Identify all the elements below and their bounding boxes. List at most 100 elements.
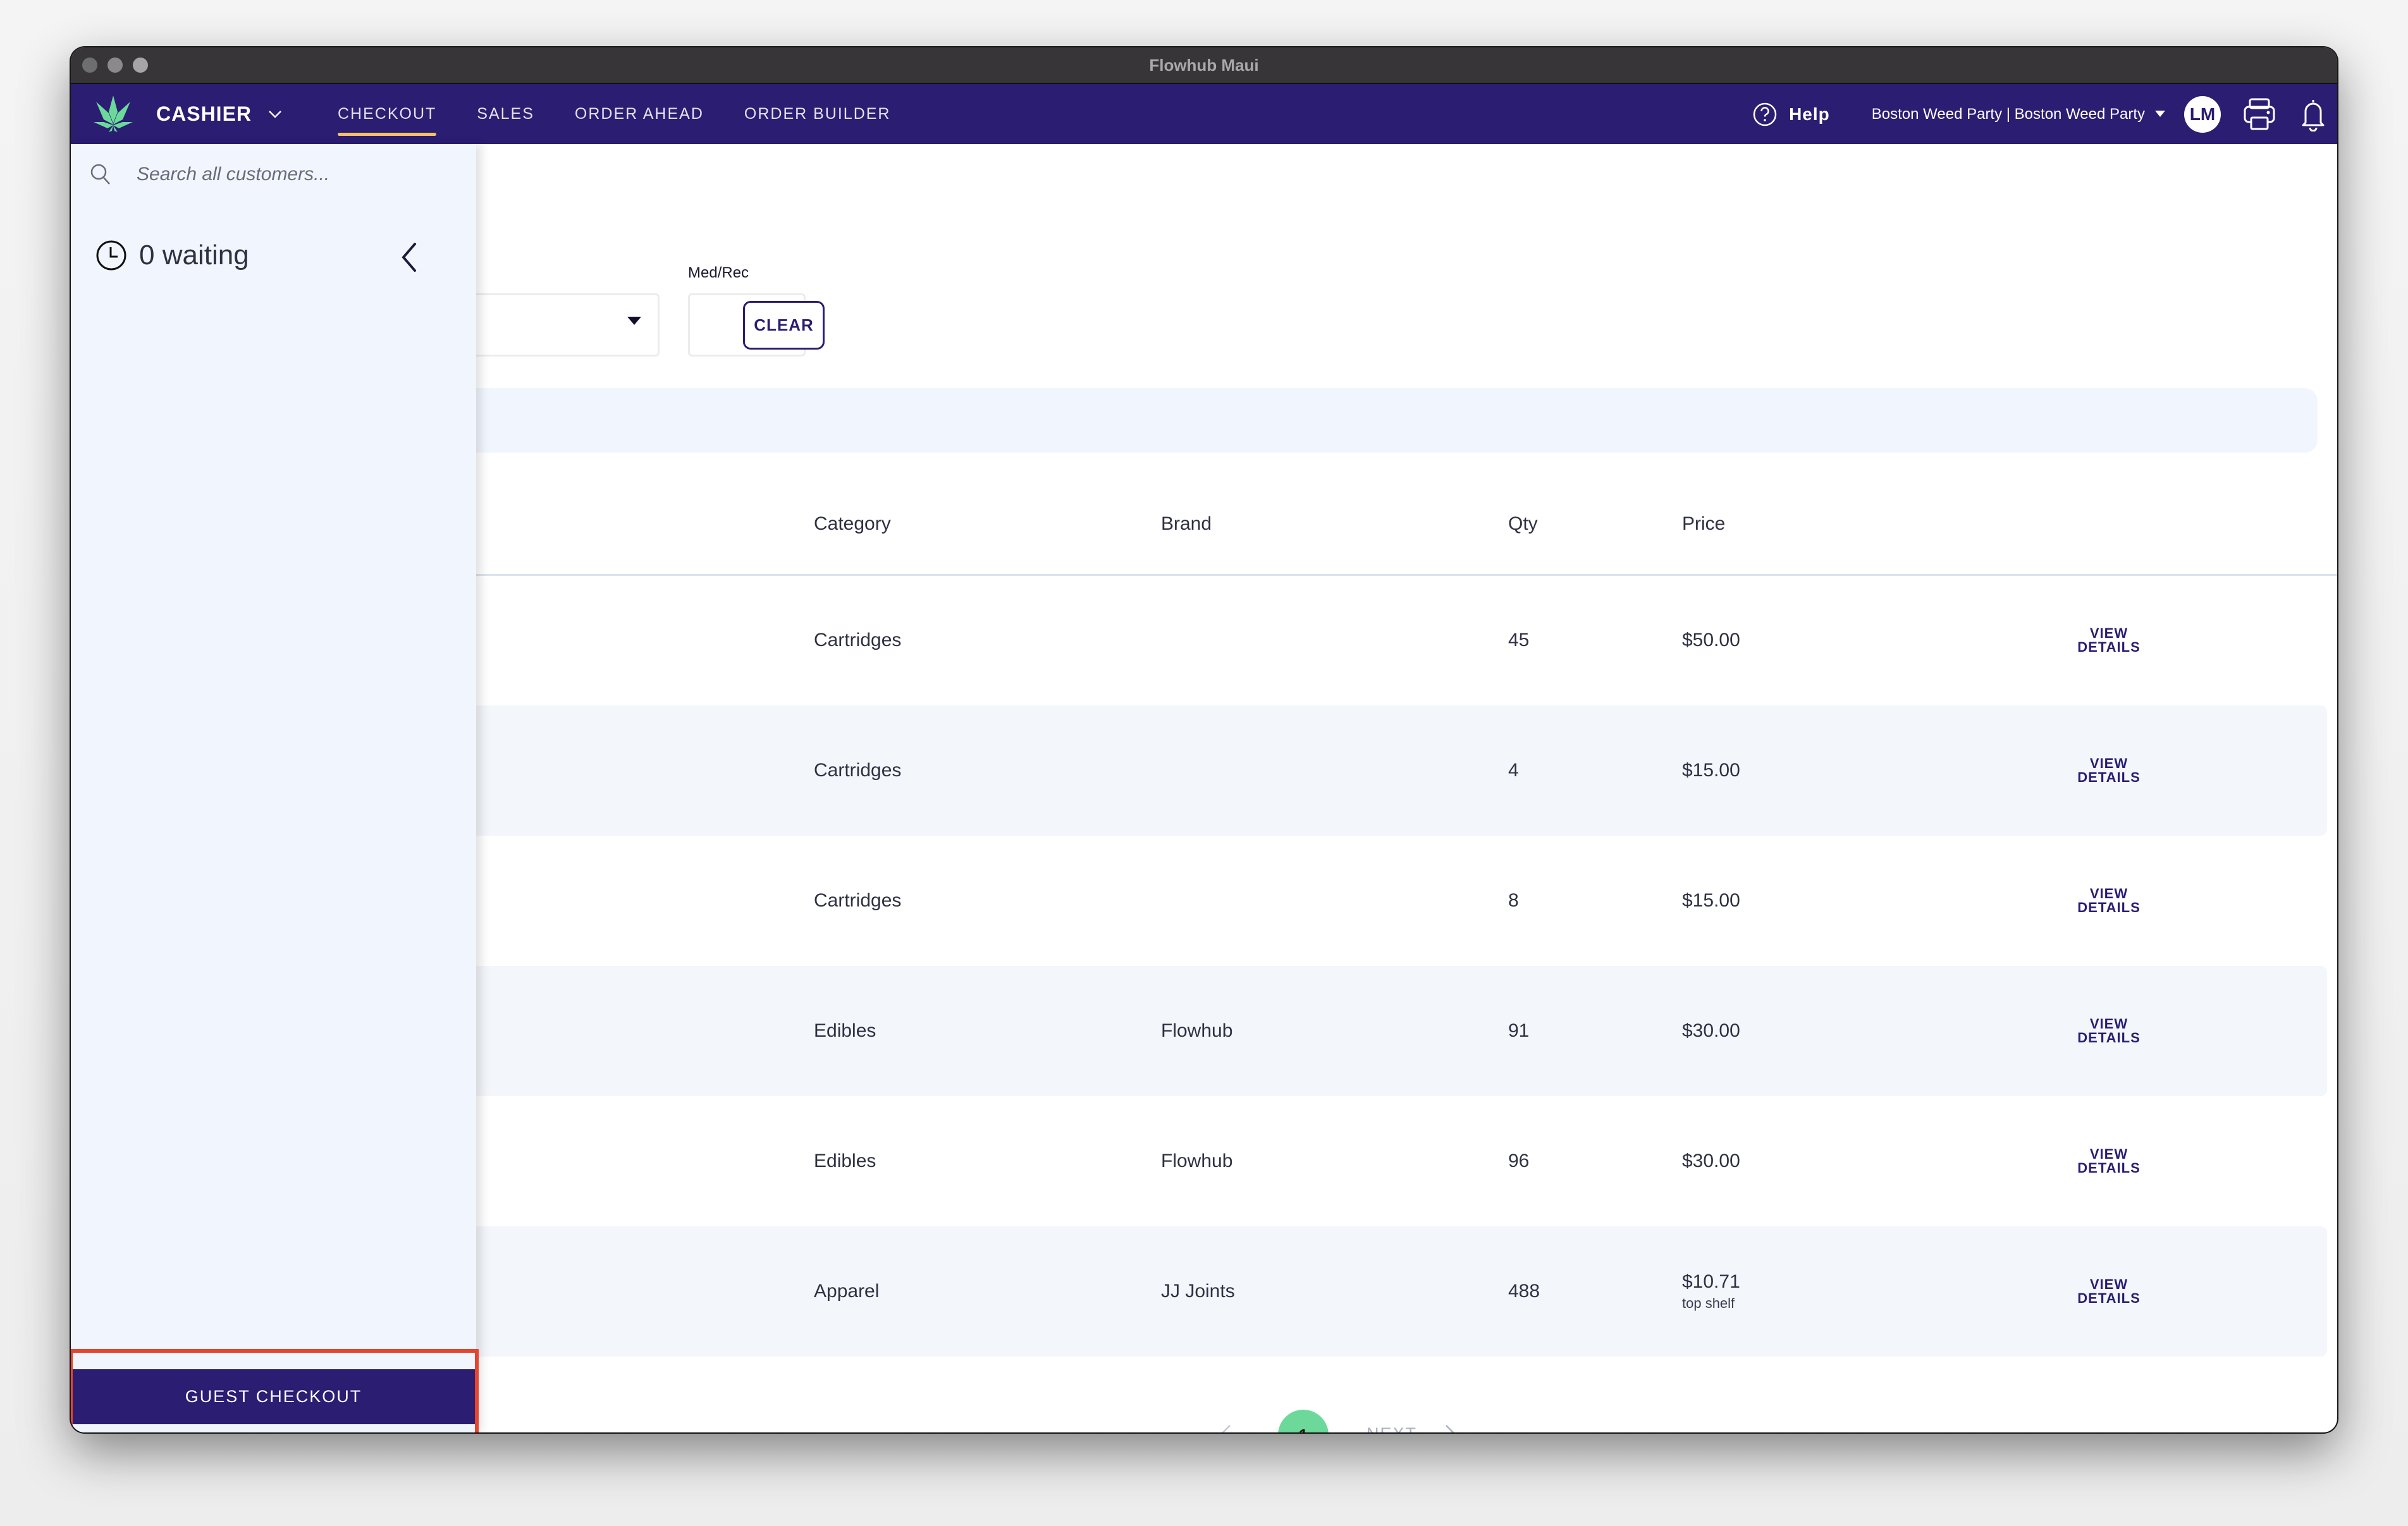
tab-order-ahead[interactable]: ORDER AHEAD [575, 105, 704, 123]
bell-icon [2302, 99, 2325, 131]
user-avatar[interactable]: LM [2184, 95, 2221, 133]
view-details-button[interactable]: VIEW DETAILS [2077, 887, 2140, 915]
tab-checkout[interactable]: CHECKOUT [338, 105, 437, 136]
arrow-right-icon [1446, 1425, 1454, 1432]
caret-down-icon [627, 317, 641, 325]
view-details-line2: DETAILS [2077, 900, 2141, 915]
clock-icon [96, 240, 126, 271]
cell-category: Cartridges [814, 890, 902, 911]
previous-page-button[interactable] [1220, 1424, 1245, 1432]
table-row: Edibles Flowhub 91 $30.00 VIEW DETAILS [476, 966, 2327, 1096]
view-details-button[interactable]: VIEW DETAILS [2077, 757, 2140, 784]
cell-qty: 8 [1508, 890, 1519, 911]
view-details-line2: DETAILS [2077, 1160, 2141, 1176]
search-icon [90, 164, 110, 185]
tab-order-builder[interactable]: ORDER BUILDER [744, 105, 891, 123]
window-title: Flowhub Maui [1149, 56, 1259, 75]
pagination: 1 NEXT [476, 1410, 2337, 1432]
help-label: Help [1789, 104, 1830, 124]
cell-qty: 91 [1508, 1020, 1530, 1041]
chevron-left-icon [402, 243, 416, 272]
column-header-price[interactable]: Price [1682, 513, 1725, 535]
guest-checkout-button[interactable]: GUEST CHECKOUT [71, 1369, 476, 1424]
cell-brand: Flowhub [1161, 1020, 1233, 1041]
view-details-line2: DETAILS [2077, 639, 2141, 655]
price-value: $30.00 [1682, 1151, 1740, 1171]
cell-category: Cartridges [814, 630, 902, 650]
summary-bar [476, 388, 2318, 453]
next-page-button[interactable]: NEXT [1367, 1424, 1456, 1432]
cell-price: $30.00 [1682, 1151, 1740, 1172]
price-value: $10.71 [1682, 1271, 1740, 1292]
cell-category: Cartridges [814, 760, 902, 781]
app-window: Flowhub Maui CASHIER CHECKOUT SALES ORDE… [71, 47, 2337, 1432]
cell-qty: 45 [1508, 630, 1530, 650]
price-value: $15.00 [1682, 890, 1740, 911]
cell-brand: Flowhub [1161, 1151, 1233, 1171]
table-header: Category Brand Qty Price [476, 478, 2337, 576]
view-details-line2: DETAILS [2077, 1290, 2141, 1306]
waiting-count: 0 waiting [139, 240, 249, 271]
view-details-line1: VIEW [2089, 886, 2128, 901]
view-details-line1: VIEW [2089, 1276, 2128, 1292]
caret-down-icon [2155, 110, 2165, 117]
app-switcher[interactable]: CASHIER [156, 84, 282, 144]
cell-category: Edibles [814, 1020, 876, 1041]
med-rec-label: Med/Rec [688, 264, 749, 281]
waiting-queue: 0 waiting [95, 239, 249, 272]
column-header-qty[interactable]: Qty [1508, 513, 1538, 535]
chevron-down-icon [269, 110, 281, 118]
cell-price: $30.00 [1682, 1020, 1740, 1042]
view-details-line1: VIEW [2089, 755, 2128, 771]
printer-button[interactable] [2242, 97, 2276, 131]
cannabis-leaf-logo-icon [94, 95, 133, 132]
table-row: Apparel JJ Joints 488 $10.71 top shelf VIEW DE… [476, 1226, 2327, 1357]
price-value: $15.00 [1682, 760, 1740, 781]
title-bar: Flowhub Maui [71, 47, 2337, 84]
next-label: NEXT [1367, 1424, 1417, 1433]
view-details-line2: DETAILS [2077, 769, 2141, 785]
column-header-brand[interactable]: Brand [1161, 513, 1212, 535]
nav-tabs: CHECKOUT SALES ORDER AHEAD ORDER BUILDER [338, 84, 890, 144]
notifications-button[interactable] [2300, 97, 2326, 131]
customer-search [90, 163, 416, 186]
customer-search-input[interactable] [135, 163, 416, 186]
cell-qty: 4 [1508, 760, 1519, 781]
store-selector[interactable]: Boston Weed Party | Boston Weed Party [1872, 106, 2165, 123]
help-button[interactable]: Help [1752, 102, 1830, 127]
store-selector-label: Boston Weed Party | Boston Weed Party [1871, 105, 2145, 123]
cell-price: $15.00 [1682, 760, 1740, 781]
cell-qty: 488 [1508, 1281, 1540, 1302]
price-note: top shelf [1682, 1295, 1735, 1311]
table-row: Cartridges 8 $15.00 VIEW DETAILS [476, 836, 2327, 966]
view-details-line2: DETAILS [2077, 1030, 2141, 1046]
price-value: $50.00 [1682, 630, 1740, 650]
nav-right-controls: Help Boston Weed Party | Boston Weed Par… [1752, 84, 2326, 144]
table-row: Edibles Flowhub 96 $30.00 VIEW DETAILS [476, 1096, 2327, 1226]
view-details-button[interactable]: VIEW DETAILS [2077, 1147, 2140, 1175]
table-row: Cartridges 45 $50.00 VIEW DETAILS [476, 575, 2327, 705]
cell-brand: JJ Joints [1161, 1281, 1235, 1302]
cell-category: Edibles [814, 1151, 876, 1171]
tab-sales[interactable]: SALES [477, 105, 534, 123]
filter-select[interactable] [470, 293, 660, 357]
cell-qty: 96 [1508, 1151, 1530, 1171]
page-1-button[interactable]: 1 [1278, 1410, 1329, 1432]
printer-icon [2244, 98, 2275, 130]
view-details-line1: VIEW [2089, 1016, 2128, 1032]
cell-price: $15.00 [1682, 890, 1740, 912]
top-navbar: CASHIER CHECKOUT SALES ORDER AHEAD ORDER… [71, 84, 2337, 144]
cell-price: $10.71 top shelf [1682, 1271, 1740, 1312]
customer-sidebar: 0 waiting GUEST CHECKOUT NEW CUSTOMER [71, 144, 479, 1432]
table-row: Cartridges 4 $15.00 VIEW DETAILS [476, 705, 2327, 836]
view-details-line1: VIEW [2089, 625, 2128, 641]
view-details-line1: VIEW [2089, 1146, 2128, 1162]
question-circle-icon [1753, 102, 1777, 126]
column-header-category[interactable]: Category [814, 513, 891, 535]
view-details-button[interactable]: VIEW DETAILS [2077, 1017, 2140, 1045]
view-details-button[interactable]: VIEW DETAILS [2077, 626, 2140, 654]
view-details-button[interactable]: VIEW DETAILS [2077, 1278, 2140, 1305]
app-name: CASHIER [156, 102, 252, 125]
collapse-sidebar-button[interactable] [400, 241, 419, 276]
clear-filters-button[interactable]: CLEAR [743, 301, 825, 350]
